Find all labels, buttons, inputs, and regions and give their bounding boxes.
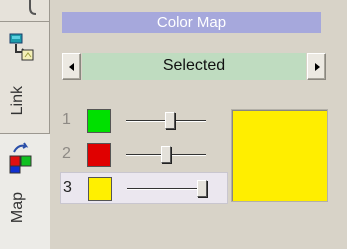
selector-value[interactable]: Selected <box>82 53 306 80</box>
tab-map-label: Map <box>9 192 26 224</box>
entry-index: 2 <box>62 145 71 162</box>
link-icon <box>8 32 36 69</box>
color-entry-2[interactable]: 2 <box>60 139 228 171</box>
slider-thumb[interactable] <box>164 112 175 129</box>
color-swatch[interactable] <box>87 109 111 133</box>
slider-thumb[interactable] <box>161 146 171 163</box>
slider-track[interactable] <box>127 188 207 190</box>
color-map-panel: Color Map Selected 1 2 3 <box>50 0 347 249</box>
side-tab-strip: Link Map <box>0 0 50 249</box>
color-entry-3[interactable]: 3 <box>60 172 228 204</box>
tab-map[interactable]: Map <box>0 134 50 249</box>
color-swatch[interactable] <box>88 177 112 201</box>
map-selector: Selected <box>62 53 326 80</box>
partial-tab-icon <box>8 0 42 21</box>
arrow-right-icon <box>315 63 320 71</box>
color-preview <box>231 109 328 202</box>
tab-link-label: Link <box>9 86 26 116</box>
color-entry-1[interactable]: 1 <box>60 105 228 137</box>
entry-index: 1 <box>62 111 71 128</box>
slider-thumb[interactable] <box>197 180 207 197</box>
panel-title: Color Map <box>62 12 321 33</box>
entry-index: 3 <box>63 179 72 196</box>
tab-partial-top[interactable] <box>0 0 50 22</box>
color-map-icon <box>8 142 36 179</box>
previous-button[interactable] <box>62 53 81 80</box>
color-swatch[interactable] <box>87 143 111 167</box>
tab-link[interactable]: Link <box>0 22 50 134</box>
arrow-left-icon <box>69 63 74 71</box>
next-button[interactable] <box>307 53 326 80</box>
color-entries: 1 2 3 <box>60 105 230 204</box>
